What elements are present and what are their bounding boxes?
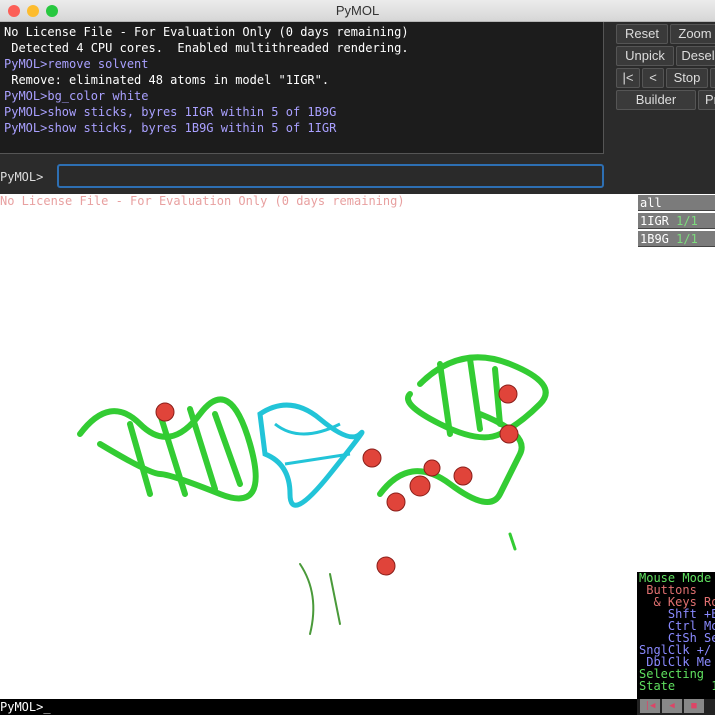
object-name: 1IGR [640, 214, 669, 228]
properties-button[interactable]: Pr [698, 90, 715, 110]
prev-frame-button[interactable]: < [642, 68, 664, 88]
log-line: PyMOL>bg_color white [4, 89, 149, 103]
stop-button[interactable]: Stop [666, 68, 708, 88]
window-title: PyMOL [335, 3, 380, 18]
command-prompt: PyMOL> [0, 170, 44, 184]
object-1igr[interactable]: 1IGR 1/1 [638, 213, 715, 229]
log-line: PyMOL>remove solvent [4, 57, 149, 71]
unpick-button[interactable]: Unpick [616, 46, 674, 66]
object-1b9g[interactable]: 1B9G 1/1 [638, 231, 715, 247]
log-line: Detected 4 CPU cores. Enabled multithrea… [4, 41, 409, 55]
reset-button[interactable]: Reset [616, 24, 668, 44]
object-state: 1/1 [676, 232, 698, 246]
object-panel: all 1IGR 1/1 1B9G 1/1 [637, 194, 715, 572]
log-line: Remove: eliminated 48 atoms in model "1I… [4, 73, 330, 87]
movie-controls: |◀ ◀ ■ [637, 699, 715, 715]
zoom-button[interactable]: Zoom [670, 24, 715, 44]
minimize-button[interactable] [27, 5, 39, 17]
stop-icon[interactable]: ■ [684, 699, 704, 713]
object-all[interactable]: all [638, 195, 715, 211]
bottom-command-line[interactable]: PyMOL>_ [0, 699, 637, 715]
title-bar: PyMOL [0, 0, 715, 22]
log-line: No License File - For Evaluation Only (0… [4, 25, 409, 39]
play-button[interactable] [710, 68, 715, 88]
log-line: PyMOL>show sticks, byres 1B9G within 5 o… [4, 121, 337, 135]
maximize-button[interactable] [46, 5, 58, 17]
bottom-prompt: PyMOL>_ [0, 700, 51, 714]
object-name: 1B9G [640, 232, 669, 246]
back-icon[interactable]: ◀ [662, 699, 682, 713]
mouse-mode-panel[interactable]: Mouse Mode Buttons & Keys Ro Shft +B Ctr… [637, 572, 715, 699]
first-frame-button[interactable]: |< [616, 68, 640, 88]
output-log: No License File - For Evaluation Only (0… [0, 22, 604, 154]
log-line: PyMOL>show sticks, byres 1IGR within 5 o… [4, 105, 337, 119]
object-name: all [640, 196, 662, 210]
license-notice: No License File - For Evaluation Only (0… [0, 194, 405, 208]
rewind-icon[interactable]: |◀ [640, 699, 660, 713]
command-input[interactable] [57, 164, 604, 188]
molecule-render [77, 354, 549, 635]
mouse-mode-line: State 1 [639, 679, 715, 693]
protein-1b9g [257, 402, 365, 508]
deselect-button[interactable]: Desel [676, 46, 715, 66]
builder-button[interactable]: Builder [616, 90, 696, 110]
control-area: No License File - For Evaluation Only (0… [0, 22, 715, 194]
object-state: 1/1 [676, 214, 698, 228]
3d-viewer[interactable]: No License File - For Evaluation Only (0… [0, 194, 637, 699]
close-button[interactable] [8, 5, 20, 17]
